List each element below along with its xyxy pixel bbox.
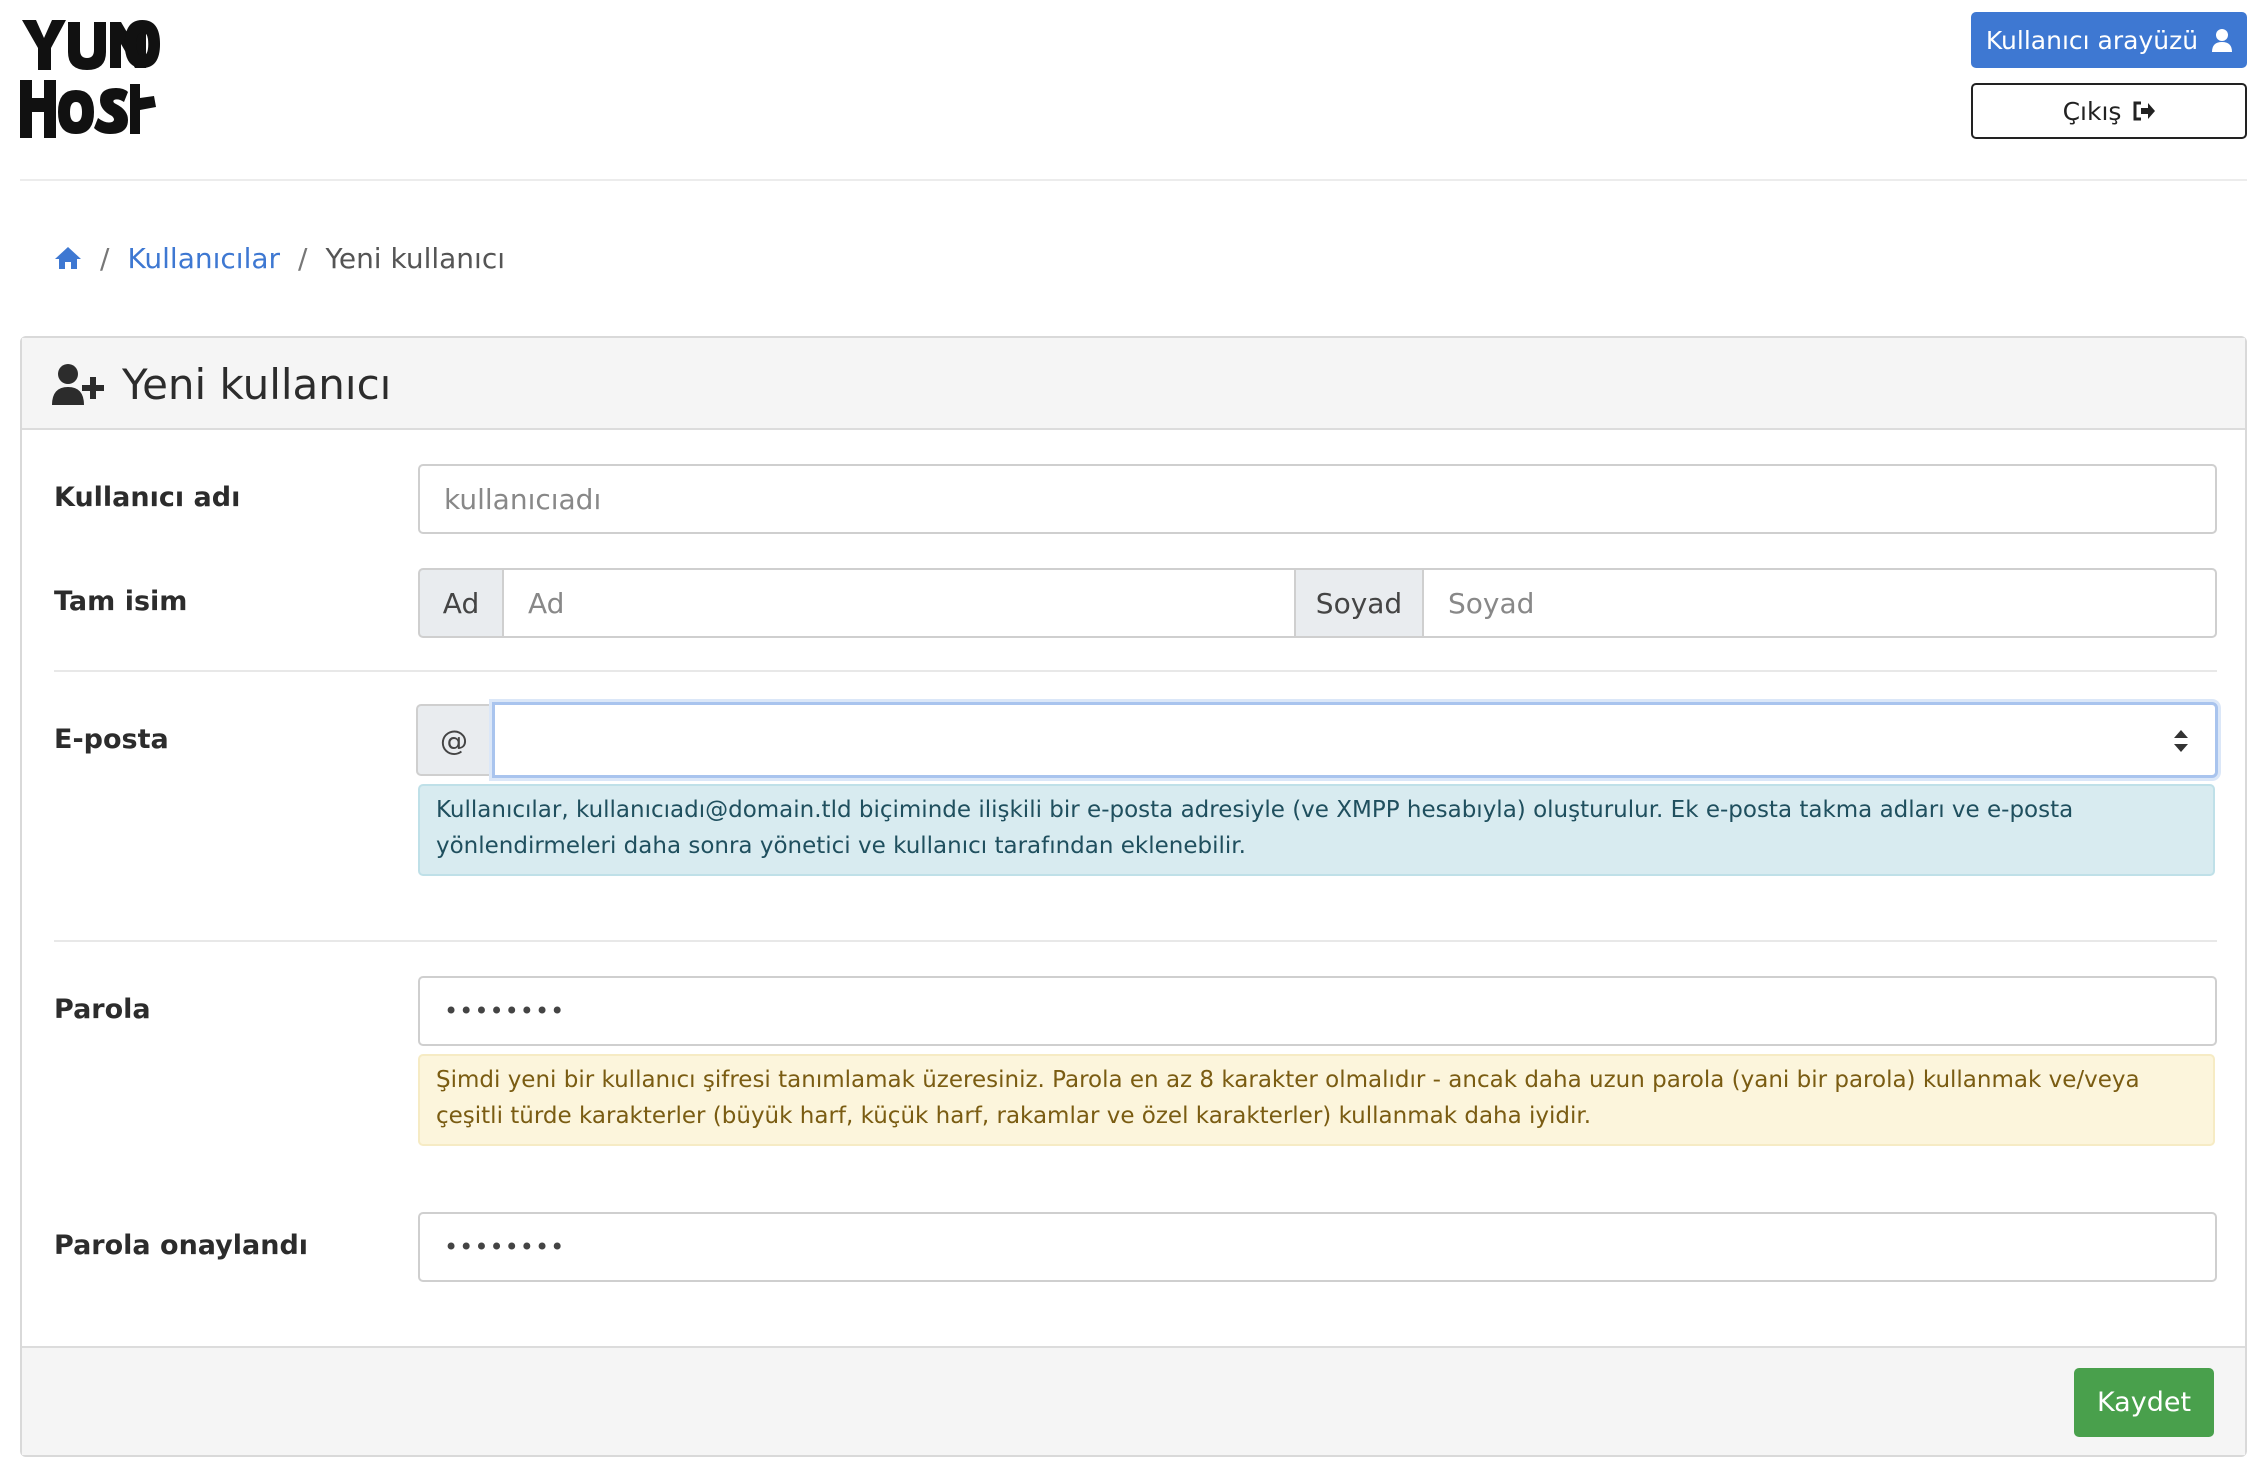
password-confirm-input[interactable]: •••••••• (418, 1212, 2217, 1282)
user-interface-label: Kullanıcı arayüzü (1985, 25, 2199, 55)
breadcrumb-current: Yeni kullanıcı (325, 241, 506, 275)
username-placeholder: kullanıcıadı (444, 482, 602, 516)
sort-icon (2174, 730, 2188, 752)
sign-out-icon (2133, 101, 2156, 121)
lastname-addon-label: Soyad (1315, 586, 1403, 620)
logout-button[interactable]: Çıkış (1971, 83, 2247, 139)
breadcrumb-separator: / (100, 241, 110, 275)
email-info-alert: Kullanıcılar, kullanıcıadı@domain.tld bi… (418, 784, 2215, 876)
save-button[interactable]: Kaydet (2074, 1368, 2214, 1437)
firstname-addon-label: Ad (442, 586, 480, 620)
home-icon[interactable] (54, 246, 82, 270)
page-title: Yeni kullanıcı (122, 359, 392, 409)
card-footer (22, 1346, 2245, 1455)
lastname-input[interactable]: Soyad (1422, 568, 2217, 638)
email-domain-select[interactable] (492, 702, 2218, 778)
card-title: Yeni kullanıcı (52, 354, 391, 414)
lastname-addon: Soyad (1294, 568, 1424, 638)
logout-label: Çıkış (2062, 96, 2122, 126)
header-divider (20, 179, 2247, 181)
password-confirm-label: Parola onaylandı (54, 1230, 309, 1261)
user-interface-button[interactable]: Kullanıcı arayüzü (1971, 12, 2247, 68)
username-input[interactable]: kullanıcıadı (418, 464, 2217, 534)
password-input[interactable]: •••••••• (418, 976, 2217, 1046)
firstname-placeholder: Ad (528, 586, 565, 620)
password-label: Parola (54, 994, 151, 1025)
user-icon (2212, 29, 2233, 52)
password-placeholder: •••••••• (444, 997, 566, 1025)
yunohost-logo[interactable] (18, 14, 168, 144)
section-divider (54, 670, 2217, 672)
breadcrumb-separator: / (298, 241, 308, 275)
lastname-placeholder: Soyad (1448, 586, 1535, 620)
firstname-input[interactable]: Ad (502, 568, 1296, 638)
section-divider (54, 940, 2217, 942)
password-confirm-placeholder: •••••••• (444, 1233, 566, 1261)
username-label: Kullanıcı adı (54, 482, 241, 513)
breadcrumb-users-link[interactable]: Kullanıcılar (127, 242, 280, 275)
email-label: E-posta (54, 724, 169, 755)
password-help-text: Şimdi yeni bir kullanıcı şifresi tanımla… (436, 1067, 2140, 1129)
breadcrumb: / Kullanıcılar / Yeni kullanıcı (54, 240, 505, 276)
firstname-addon: Ad (418, 568, 504, 638)
password-warning-alert: Şimdi yeni bir kullanıcı şifresi tanımla… (418, 1054, 2215, 1146)
save-label: Kaydet (2096, 1387, 2192, 1418)
email-at-addon: @ (416, 704, 492, 776)
email-at-label: @ (440, 723, 468, 757)
fullname-label: Tam isim (54, 586, 188, 617)
email-help-text: Kullanıcılar, kullanıcıadı@domain.tld bi… (436, 797, 2074, 859)
user-plus-icon (52, 364, 104, 405)
yunohost-logo-icon (20, 20, 161, 138)
